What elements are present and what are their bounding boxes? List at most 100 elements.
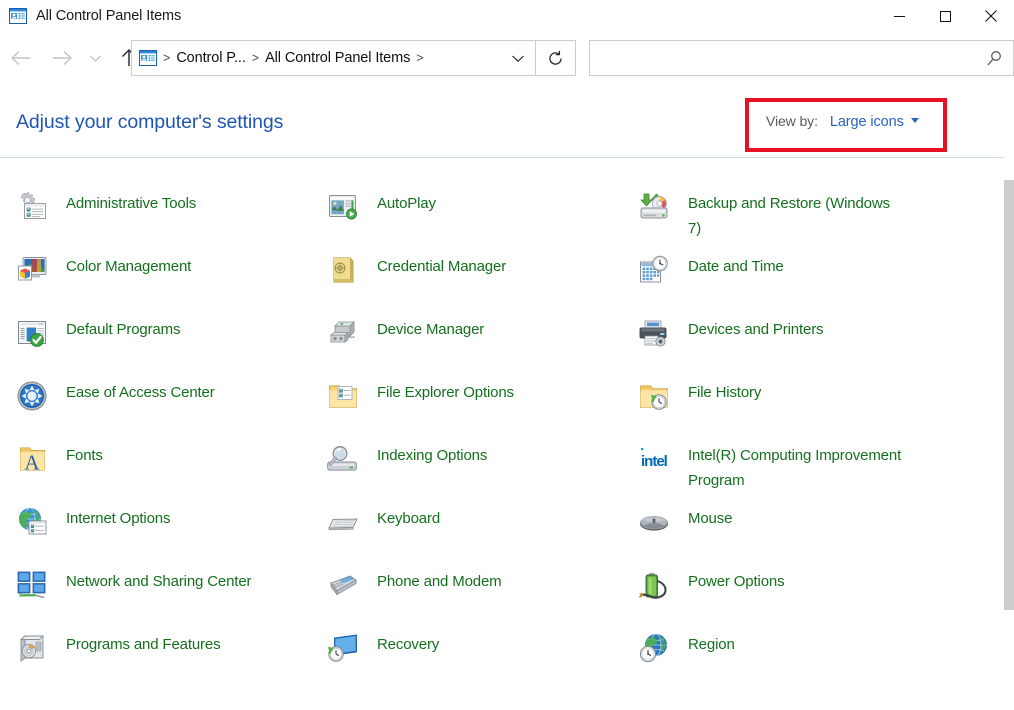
item-label: Intel(R) Computing Improvement Program (688, 447, 902, 489)
item-file-explorer-options[interactable]: File Explorer Options (311, 380, 622, 443)
item-administrative-tools[interactable]: Administrative Tools (0, 191, 311, 254)
minimize-icon (893, 15, 905, 17)
back-arrow-icon (10, 50, 30, 66)
refresh-icon (549, 50, 562, 65)
item-network-and-sharing-center[interactable]: Network and Sharing Center (0, 569, 311, 632)
item-power-options[interactable]: Power Options (622, 569, 962, 632)
recovery-icon (328, 634, 357, 662)
svg-text:intel: intel (641, 453, 668, 470)
item-intel-computing-improvement-program[interactable]: intel Intel(R) Computing Improvement Pro… (622, 443, 962, 506)
file-history-icon (640, 385, 668, 410)
autoplay-icon (329, 195, 357, 220)
item-keyboard[interactable]: Keyboard (311, 506, 622, 569)
recent-locations-button[interactable] (84, 40, 106, 76)
item-label: Credential Manager (377, 258, 507, 275)
chevron-down-icon (89, 55, 101, 62)
fonts-icon: A (20, 447, 45, 475)
backup-restore-icon (640, 193, 668, 219)
item-label: Internet Options (66, 510, 171, 527)
forward-button[interactable] (44, 40, 80, 76)
item-recovery[interactable]: Recovery (311, 632, 622, 695)
credential-manager-icon (333, 257, 354, 283)
item-indexing-options[interactable]: Indexing Options (311, 443, 622, 506)
item-internet-options[interactable]: Internet Options (0, 506, 311, 569)
internet-options-icon (19, 507, 47, 535)
breadcrumb-separator[interactable]: > (246, 41, 265, 75)
item-label: Programs and Features (66, 636, 221, 653)
breadcrumb-separator[interactable]: > (157, 41, 176, 75)
item-label: Date and Time (688, 258, 784, 275)
chevron-down-icon[interactable] (910, 118, 919, 123)
default-programs-icon (18, 321, 46, 347)
item-mouse[interactable]: Mouse (622, 506, 962, 569)
scrollbar-thumb[interactable] (1004, 180, 1014, 610)
close-icon (985, 10, 997, 22)
item-label: Default Programs (66, 321, 181, 338)
breadcrumb-item-all-control-panel-items[interactable]: All Control Panel Items (265, 41, 410, 75)
items-grid: Administrative Tools AutoPlay Backup and… (0, 158, 1004, 695)
indexing-options-icon (327, 446, 357, 471)
item-label: Region (688, 636, 735, 653)
close-button[interactable] (968, 0, 1014, 32)
ease-of-access-icon (17, 381, 47, 411)
window-controls (876, 0, 1014, 32)
maximize-icon (939, 10, 951, 22)
item-color-management[interactable]: Color Management (0, 254, 311, 317)
control-panel-window: All Control Panel Items > Control P... >… (0, 0, 1014, 710)
item-label: Mouse (688, 510, 733, 527)
item-ease-of-access-center[interactable]: Ease of Access Center (0, 380, 311, 443)
page-title: Adjust your computer's settings (16, 111, 284, 133)
item-fonts[interactable]: A Fonts (0, 443, 311, 506)
mouse-icon (640, 516, 668, 531)
refresh-button[interactable] (536, 40, 576, 76)
item-backup-and-restore[interactable]: Backup and Restore (Windows 7) (622, 191, 962, 254)
intel-icon: intel (641, 448, 669, 470)
item-file-history[interactable]: File History (622, 380, 962, 443)
title-bar: All Control Panel Items (0, 0, 1014, 32)
item-label: Color Management (66, 258, 192, 275)
programs-features-icon (19, 635, 45, 662)
address-bar[interactable]: > Control P... > All Control Panel Items… (131, 40, 536, 76)
item-region[interactable]: Region (622, 632, 962, 695)
item-label: Devices and Printers (688, 321, 824, 338)
view-by-control[interactable]: View by: Large icons (766, 113, 919, 130)
item-date-and-time[interactable]: Date and Time (622, 254, 962, 317)
devices-printers-icon (639, 320, 667, 347)
maximize-button[interactable] (922, 0, 968, 32)
chevron-down-icon (512, 55, 524, 62)
item-label: File History (688, 384, 762, 401)
item-label: Recovery (377, 636, 440, 653)
search-input[interactable] (590, 41, 977, 75)
item-label: Device Manager (377, 321, 485, 338)
search-button[interactable] (977, 41, 1011, 75)
search-box[interactable] (589, 40, 1014, 76)
breadcrumb-separator[interactable]: > (410, 41, 429, 75)
window-title: All Control Panel Items (36, 8, 182, 24)
region-icon (639, 633, 667, 663)
item-default-programs[interactable]: Default Programs (0, 317, 311, 380)
view-by-value[interactable]: Large icons (830, 114, 904, 130)
item-programs-and-features[interactable]: Programs and Features (0, 632, 311, 695)
date-time-icon (640, 255, 668, 283)
breadcrumb-item-control-panel[interactable]: Control P... (176, 41, 246, 75)
item-device-manager[interactable]: Device Manager (311, 317, 622, 380)
item-label: File Explorer Options (377, 384, 514, 401)
item-devices-and-printers[interactable]: Devices and Printers (622, 317, 962, 380)
item-label: Network and Sharing Center (66, 573, 252, 590)
address-dropdown-button[interactable] (501, 41, 535, 75)
file-explorer-options-icon (329, 385, 357, 408)
control-panel-items-area: Administrative Tools AutoPlay Backup and… (0, 158, 1004, 710)
item-label: Administrative Tools (66, 195, 197, 212)
item-credential-manager[interactable]: Credential Manager (311, 254, 622, 317)
item-phone-and-modem[interactable]: Phone and Modem (311, 569, 622, 632)
item-label: Indexing Options (377, 447, 488, 464)
back-button[interactable] (3, 40, 39, 76)
vertical-scrollbar[interactable] (1004, 158, 1014, 710)
item-label: Phone and Modem (377, 573, 502, 590)
forward-arrow-icon (53, 50, 73, 66)
network-sharing-icon (17, 571, 46, 599)
svg-text:A: A (24, 451, 40, 475)
item-autoplay[interactable]: AutoPlay (311, 191, 622, 254)
item-label: Power Options (688, 573, 785, 590)
minimize-button[interactable] (876, 0, 922, 32)
